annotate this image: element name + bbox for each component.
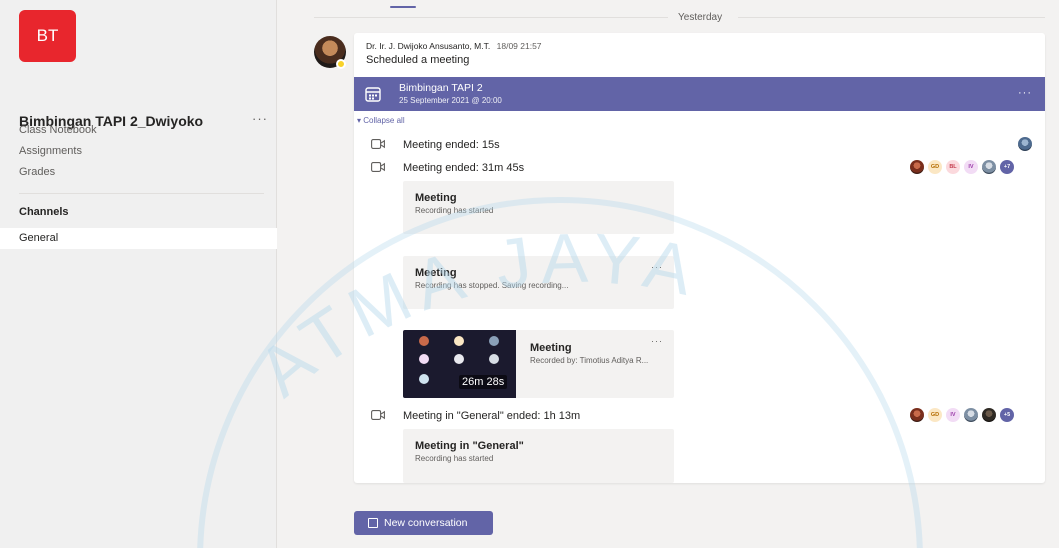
participant-avatar[interactable] <box>964 408 978 422</box>
video-camera-icon <box>371 410 385 420</box>
channel-label: General <box>19 232 59 244</box>
thumb-participant <box>419 374 429 384</box>
team-initials: BT <box>36 26 59 45</box>
meeting-event-text: Meeting ended: 31m 45s <box>403 162 525 174</box>
participant-avatar[interactable]: GD <box>928 408 942 422</box>
activity-title: Meeting in "General" <box>415 440 524 452</box>
nav-item-grades[interactable]: Grades <box>19 166 55 178</box>
meeting-more-options-button[interactable]: ··· <box>1018 87 1032 99</box>
thumb-participant <box>419 336 429 346</box>
thumb-participant <box>454 354 464 364</box>
recording-duration: 26m 28s <box>459 375 508 389</box>
recording-title: Meeting <box>530 342 572 354</box>
day-separator-line-right <box>738 17 1045 18</box>
collapse-all-label: Collapse all <box>363 116 405 125</box>
meeting-event-row: Meeting ended: 31m 45s GD BL IV +7 <box>354 158 1045 178</box>
post-timestamp: 18/09 21:57 <box>496 41 542 51</box>
participant-avatars: GD IV +5 <box>910 408 1014 424</box>
post-header: Dr. Ir. J. Dwijoko Ansusanto, M.T. 18/09… <box>366 41 542 51</box>
participant-avatar[interactable]: IV <box>964 160 978 174</box>
day-separator-line-left <box>314 17 668 18</box>
channels-heading: Channels <box>19 206 69 218</box>
calendar-icon <box>365 87 381 102</box>
recording-author: Recorded by: Timotius Aditya R... <box>530 356 649 365</box>
card-more-options-button[interactable]: ··· <box>651 262 663 272</box>
new-conversation-button[interactable]: New conversation <box>354 511 493 535</box>
video-camera-icon <box>371 139 385 149</box>
meeting-event-text: Meeting in "General" ended: 1h 13m <box>403 410 581 422</box>
participant-avatars: GD BL IV +7 <box>910 160 1014 176</box>
participant-avatar[interactable] <box>1018 137 1032 151</box>
collapse-all-link[interactable]: ▾ Collapse all <box>357 116 405 125</box>
sidebar-divider <box>19 193 264 194</box>
activity-description: Recording has started <box>415 206 494 215</box>
activity-title: Meeting <box>415 267 457 279</box>
compose-icon <box>368 518 378 528</box>
post-card: Dr. Ir. J. Dwijoko Ansusanto, M.T. 18/09… <box>354 33 1045 483</box>
post-text: Scheduled a meeting <box>366 54 470 66</box>
participant-avatar[interactable]: GD <box>928 160 942 174</box>
more-participants-badge[interactable]: +5 <box>1000 408 1014 422</box>
recording-thumbnail[interactable]: 26m 28s <box>403 330 516 398</box>
team-more-options-button[interactable]: ··· <box>252 111 268 126</box>
participant-avatar[interactable]: IV <box>946 408 960 422</box>
meeting-activity-card[interactable]: Meeting in "General" Recording has start… <box>403 429 674 483</box>
recording-more-options-button[interactable]: ··· <box>651 336 663 346</box>
recording-card[interactable]: 26m 28s Meeting Recorded by: Timotius Ad… <box>403 330 674 398</box>
more-participants-badge[interactable]: +7 <box>1000 160 1014 174</box>
video-camera-icon <box>371 162 385 172</box>
activity-description: Recording has stopped. Saving recording.… <box>415 281 569 290</box>
channel-item-general[interactable]: General <box>0 228 277 249</box>
thumb-participant <box>454 336 464 346</box>
activity-title: Meeting <box>415 192 457 204</box>
thumb-participant <box>489 336 499 346</box>
thumb-participant <box>489 354 499 364</box>
participant-avatars <box>1018 137 1032 153</box>
day-separator: Yesterday <box>678 12 723 23</box>
participant-avatar[interactable] <box>910 160 924 174</box>
channel-feed: Yesterday Dr. Ir. J. Dwijoko Ansusanto, … <box>278 0 1059 548</box>
meeting-event-text: Meeting ended: 15s <box>403 139 500 151</box>
presence-away-icon <box>336 59 346 69</box>
nav-item-assignments[interactable]: Assignments <box>19 145 82 157</box>
new-conversation-label: New conversation <box>384 517 468 529</box>
author-name[interactable]: Dr. Ir. J. Dwijoko Ansusanto, M.T. <box>366 41 490 51</box>
participant-avatar[interactable] <box>982 160 996 174</box>
participant-avatar[interactable] <box>910 408 924 422</box>
active-tab-indicator <box>390 6 416 8</box>
nav-item-class-notebook[interactable]: Class Notebook <box>19 124 97 136</box>
meeting-event-row: Meeting in "General" ended: 1h 13m GD IV… <box>354 406 1045 426</box>
thumb-participant <box>419 354 429 364</box>
team-avatar[interactable]: BT <box>19 10 76 62</box>
meeting-activity-card[interactable]: Meeting Recording has stopped. Saving re… <box>403 256 674 309</box>
meeting-datetime: 25 September 2021 @ 20:00 <box>399 96 502 105</box>
participant-avatar[interactable]: BL <box>946 160 960 174</box>
meeting-title: Bimbingan TAPI 2 <box>399 82 483 94</box>
team-sidebar: BT Bimbingan TAPI 2_Dwiyoko ··· Class No… <box>0 0 277 548</box>
meeting-banner[interactable]: Bimbingan TAPI 2 25 September 2021 @ 20:… <box>354 77 1045 111</box>
meeting-event-row: Meeting ended: 15s <box>354 135 1045 155</box>
participant-avatar[interactable] <box>982 408 996 422</box>
activity-description: Recording has started <box>415 454 494 463</box>
meeting-activity-card[interactable]: Meeting Recording has started <box>403 181 674 234</box>
